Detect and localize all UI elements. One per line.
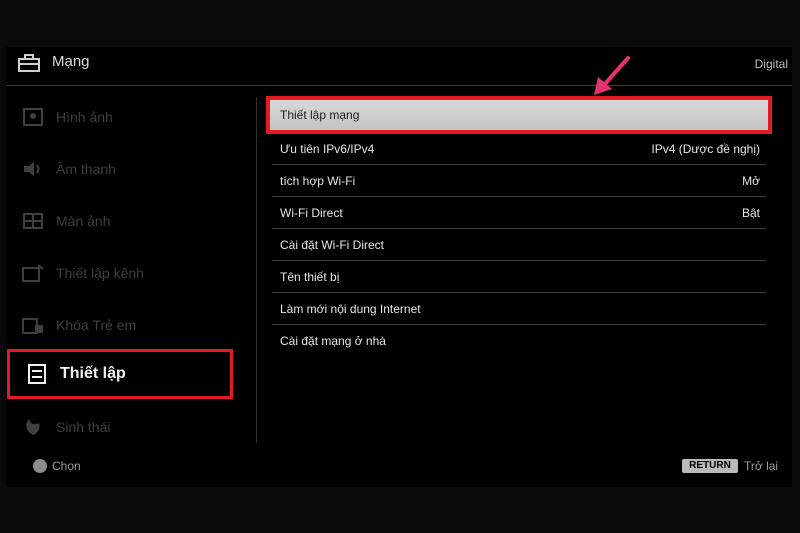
sidebar-item-parental-lock[interactable]: Khóa Trẻ em: [6, 302, 232, 348]
screen-icon: [22, 210, 44, 232]
row-value: IPv4 (Dược đề nghị): [651, 141, 760, 156]
row-value: Mở: [742, 173, 760, 188]
sidebar-item-label: Khóa Trẻ em: [56, 317, 137, 333]
settings-icon: [26, 363, 48, 385]
sidebar-item-picture[interactable]: Hình ảnh: [6, 94, 232, 140]
leaf-icon: [22, 416, 44, 438]
sidebar: Hình ảnh Âm thanh Màn ảnh Thiết lập kênh…: [6, 85, 256, 445]
sidebar-item-label: Thiết lập: [60, 365, 126, 382]
row-label: Ưu tiên IPv6/IPv4: [280, 141, 375, 156]
input-source-label: Digital: [754, 57, 788, 71]
sidebar-item-eco[interactable]: Sinh thái: [6, 404, 232, 450]
sidebar-item-screen[interactable]: Màn ảnh: [6, 198, 232, 244]
back-hint-label: Trở lại: [744, 459, 779, 473]
channel-icon: [22, 262, 44, 284]
menu-row-builtin-wifi[interactable]: tích hợp Wi-Fi Mở: [272, 165, 766, 197]
select-hint-label: Chọn: [52, 459, 81, 473]
page-title: Mạng: [52, 53, 90, 70]
row-label: Wi-Fi Direct: [280, 205, 343, 220]
annotation-arrow-icon: [594, 56, 630, 95]
speaker-icon: [22, 158, 44, 180]
menu-header: Mạng Digital: [6, 47, 792, 86]
sidebar-item-sound[interactable]: Âm thanh: [6, 146, 232, 192]
row-label: Tên thiết bị: [280, 269, 340, 284]
panel-divider: [256, 97, 257, 443]
sidebar-item-label: Âm thanh: [56, 161, 116, 177]
sidebar-item-settings[interactable]: Thiết lập: [7, 349, 233, 399]
lock-icon: [22, 314, 44, 336]
menu-row-ip-priority[interactable]: Ưu tiên IPv6/IPv4 IPv4 (Dược đề nghị): [272, 133, 766, 165]
menu-row-wifi-direct-settings[interactable]: Cài đặt Wi-Fi Direct: [272, 229, 766, 261]
menu-row-network-setup[interactable]: Thiết lập mạng: [266, 96, 772, 134]
footer-hints: Chọn RETURN Trở lại: [6, 455, 792, 481]
toolbox-icon: [18, 54, 40, 72]
row-label: Thiết lập mạng: [280, 108, 360, 122]
sidebar-item-label: Màn ảnh: [56, 213, 111, 229]
row-label: Làm mới nội dung Internet: [280, 301, 421, 316]
sidebar-item-label: Sinh thái: [56, 419, 111, 435]
menu-row-wifi-direct[interactable]: Wi-Fi Direct Bật: [272, 197, 766, 229]
enter-button-icon: [33, 459, 47, 473]
return-key-badge[interactable]: RETURN: [682, 459, 738, 473]
network-settings-list: Thiết lập mạng Ưu tiên IPv6/IPv4 IPv4 (D…: [266, 96, 772, 356]
sidebar-item-label: Thiết lập kênh: [56, 265, 144, 281]
sidebar-item-channel-setup[interactable]: Thiết lập kênh: [6, 250, 232, 296]
menu-row-home-network[interactable]: Cài đặt mạng ở nhà: [272, 325, 766, 356]
row-value: Bật: [741, 205, 760, 220]
row-label: Cài đặt Wi-Fi Direct: [280, 237, 385, 252]
picture-icon: [22, 106, 44, 128]
menu-row-device-name[interactable]: Tên thiết bị: [272, 261, 766, 293]
sidebar-item-label: Hình ảnh: [56, 109, 113, 125]
row-label: Cài đặt mạng ở nhà: [280, 333, 386, 348]
tv-menu-screen: Mạng Digital Hình ảnh Âm thanh Màn ảnh T…: [6, 47, 792, 487]
menu-row-refresh-internet[interactable]: Làm mới nội dung Internet: [272, 293, 766, 325]
row-label: tích hợp Wi-Fi: [280, 173, 356, 188]
